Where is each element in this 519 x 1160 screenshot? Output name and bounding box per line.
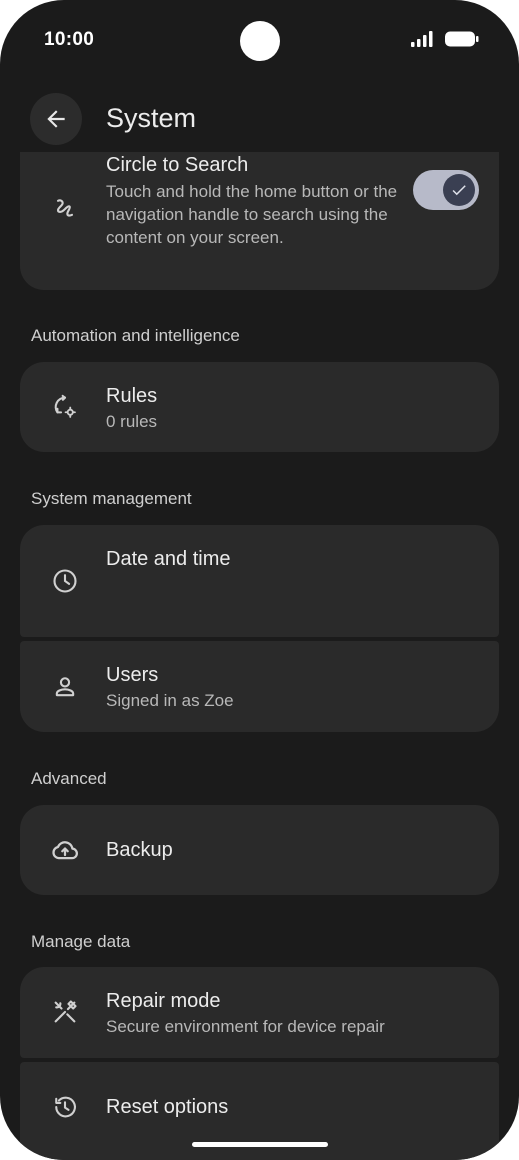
tools-icon <box>50 997 80 1027</box>
circle-to-search-summary: Touch and hold the home button or the na… <box>106 182 398 247</box>
users-title: Users <box>106 664 159 686</box>
rules-summary: 0 rules <box>106 412 158 431</box>
page-title: System <box>106 103 197 133</box>
status-bar: 10:00 <box>0 0 519 84</box>
back-button[interactable] <box>30 93 82 145</box>
status-icons <box>410 30 480 48</box>
toggle-thumb <box>443 174 475 206</box>
repair-mode-item[interactable]: Repair mode Secure environment for devic… <box>20 967 499 1058</box>
settings-list: Circle to Search Touch and hold the home… <box>0 152 519 1160</box>
rules-item[interactable]: Rules 0 rules <box>20 362 499 452</box>
check-icon <box>452 185 466 196</box>
users-summary: Signed in as Zoe <box>106 691 234 710</box>
date-time-item[interactable]: Date and time <box>20 525 499 637</box>
app-bar: System <box>0 88 519 150</box>
arrow-back-icon <box>47 110 65 128</box>
rules-title: Rules <box>106 385 158 407</box>
section-header-automation: Automation and intelligence <box>31 326 240 345</box>
section-header-manage-data: Manage data <box>31 932 131 951</box>
circle-to-search-title: Circle to Search <box>106 154 249 176</box>
phone-screen: 10:00 System Circle to Search Touch and … <box>0 0 519 1160</box>
backup-item[interactable]: Backup <box>20 805 499 895</box>
circle-to-search-item[interactable]: Circle to Search Touch and hold the home… <box>20 152 499 290</box>
history-icon <box>50 1092 80 1122</box>
reset-options-title: Reset options <box>106 1096 229 1118</box>
repair-mode-summary: Secure environment for device repair <box>106 1017 385 1036</box>
users-item[interactable]: Users Signed in as Zoe <box>20 641 499 732</box>
gesture-icon <box>50 194 80 224</box>
clock-icon <box>50 566 80 596</box>
signal-icon <box>411 31 433 47</box>
battery-icon <box>445 31 479 47</box>
rules-sync-gear-icon <box>50 392 80 422</box>
camera-cutout <box>240 21 280 61</box>
section-header-system-management: System management <box>31 489 192 508</box>
section-header-advanced: Advanced <box>31 769 107 788</box>
repair-mode-title: Repair mode <box>106 990 221 1012</box>
date-time-title: Date and time <box>106 548 231 570</box>
person-icon <box>50 672 80 702</box>
cloud-upload-icon <box>50 835 80 865</box>
backup-title: Backup <box>106 839 173 861</box>
circle-to-search-toggle[interactable] <box>413 170 479 210</box>
home-indicator[interactable] <box>192 1142 328 1147</box>
status-time: 10:00 <box>44 29 95 50</box>
